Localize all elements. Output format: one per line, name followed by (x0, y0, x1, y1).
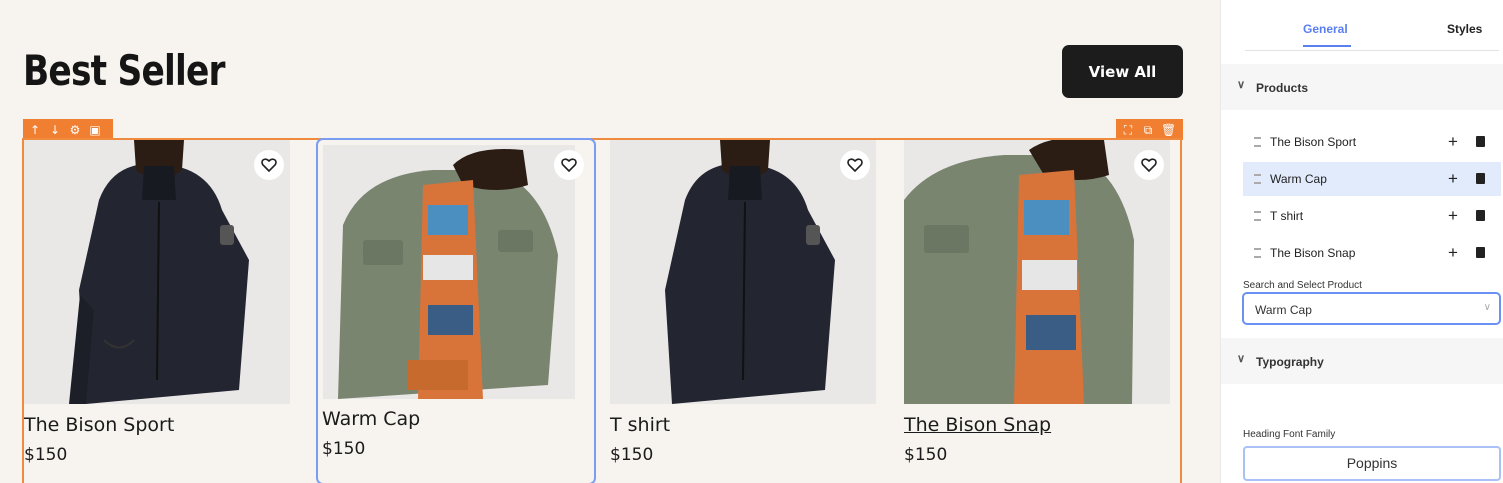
select-value: Warm Cap (1255, 303, 1312, 317)
product-name[interactable]: The Bison Sport (24, 414, 174, 436)
heading-font-label: Heading Font Family (1243, 429, 1336, 440)
trash-icon[interactable]: 🗑 (1161, 123, 1176, 137)
section-toolbar-right: ⛶ ⧉ 🗑 (1116, 119, 1183, 140)
products-section-header[interactable]: ∨ Products (1221, 64, 1503, 110)
product-card[interactable]: The Bison Sport $150 (24, 140, 290, 483)
section-title: Best Seller (23, 46, 225, 95)
heading-font-field[interactable]: Poppins (1243, 446, 1501, 481)
product-price: $150 (610, 445, 654, 465)
product-price: $150 (904, 445, 948, 465)
product-search-select[interactable]: Warm Cap ∨ (1242, 292, 1501, 325)
tab-general[interactable]: General (1303, 22, 1348, 36)
product-card[interactable]: T shirt $150 (610, 140, 876, 483)
drag-handle-icon[interactable] (1254, 174, 1261, 184)
editor-canvas: Best Seller View All ↑ ↓ ⚙ ▣ ⛶ ⧉ 🗑 The B… (0, 0, 1220, 483)
product-name[interactable]: The Bison Snap (904, 414, 1051, 436)
view-all-button[interactable]: View All (1062, 45, 1183, 98)
drag-handle-icon[interactable] (1254, 137, 1261, 147)
chevron-down-icon: ∨ (1237, 79, 1246, 91)
product-name[interactable]: Warm Cap (322, 408, 420, 430)
search-select-label: Search and Select Product (1243, 280, 1362, 291)
product-name[interactable]: T shirt (610, 414, 670, 436)
settings-panel: General Styles ∨ Products The Bison Spor… (1220, 0, 1503, 483)
section-toolbar-left: ↑ ↓ ⚙ ▣ (23, 119, 113, 140)
panel-product-label: T shirt (1270, 209, 1304, 223)
product-image-black-jacket (24, 140, 290, 404)
plus-icon[interactable]: + (1448, 169, 1458, 189)
typography-section-header[interactable]: ∨ Typography (1221, 338, 1503, 384)
product-price: $150 (24, 445, 68, 465)
arrow-up-icon[interactable]: ↑ (28, 123, 42, 137)
gear-icon[interactable]: ⚙ (68, 123, 82, 137)
plus-icon[interactable]: + (1448, 206, 1458, 226)
product-image-green-jacket (323, 145, 575, 399)
panel-product-label: Warm Cap (1270, 172, 1327, 186)
trash-icon[interactable] (1476, 247, 1485, 258)
plus-icon[interactable]: + (1448, 132, 1458, 152)
favorite-heart-icon[interactable] (1134, 150, 1164, 180)
favorite-heart-icon[interactable] (554, 150, 584, 180)
panel-tabs: General Styles (1245, 0, 1499, 51)
panel-product-item[interactable]: T shirt + (1243, 199, 1501, 233)
trash-icon[interactable] (1476, 173, 1485, 184)
panel-product-item[interactable]: The Bison Snap + (1243, 236, 1501, 270)
move-icon[interactable]: ⛶ (1121, 123, 1135, 137)
favorite-heart-icon[interactable] (254, 150, 284, 180)
arrow-down-icon[interactable]: ↓ (48, 123, 62, 137)
chevron-down-icon: ∨ (1483, 302, 1491, 313)
chevron-down-icon: ∨ (1237, 353, 1246, 365)
panel-product-label: The Bison Sport (1270, 135, 1357, 149)
typography-section-title: Typography (1256, 355, 1324, 369)
product-image-black-jacket (610, 140, 876, 404)
panel-product-item[interactable]: The Bison Sport + (1243, 125, 1501, 159)
trash-icon[interactable] (1476, 136, 1485, 147)
trash-icon[interactable] (1476, 210, 1485, 221)
plus-icon[interactable]: + (1448, 243, 1458, 263)
active-tab-indicator (1303, 45, 1351, 47)
product-card-selected[interactable]: Warm Cap $150 (316, 138, 596, 483)
duplicate-icon[interactable]: ⧉ (1141, 123, 1155, 137)
product-image-green-jacket (904, 140, 1170, 404)
panel-product-item-selected[interactable]: Warm Cap + (1243, 162, 1501, 196)
save-icon[interactable]: ▣ (88, 123, 102, 137)
product-price: $150 (322, 439, 366, 459)
products-section-title: Products (1256, 81, 1309, 95)
drag-handle-icon[interactable] (1254, 248, 1261, 258)
product-card[interactable]: The Bison Snap $150 (904, 140, 1170, 483)
tab-styles[interactable]: Styles (1447, 22, 1482, 36)
drag-handle-icon[interactable] (1254, 211, 1261, 221)
panel-product-label: The Bison Snap (1270, 246, 1356, 260)
favorite-heart-icon[interactable] (840, 150, 870, 180)
